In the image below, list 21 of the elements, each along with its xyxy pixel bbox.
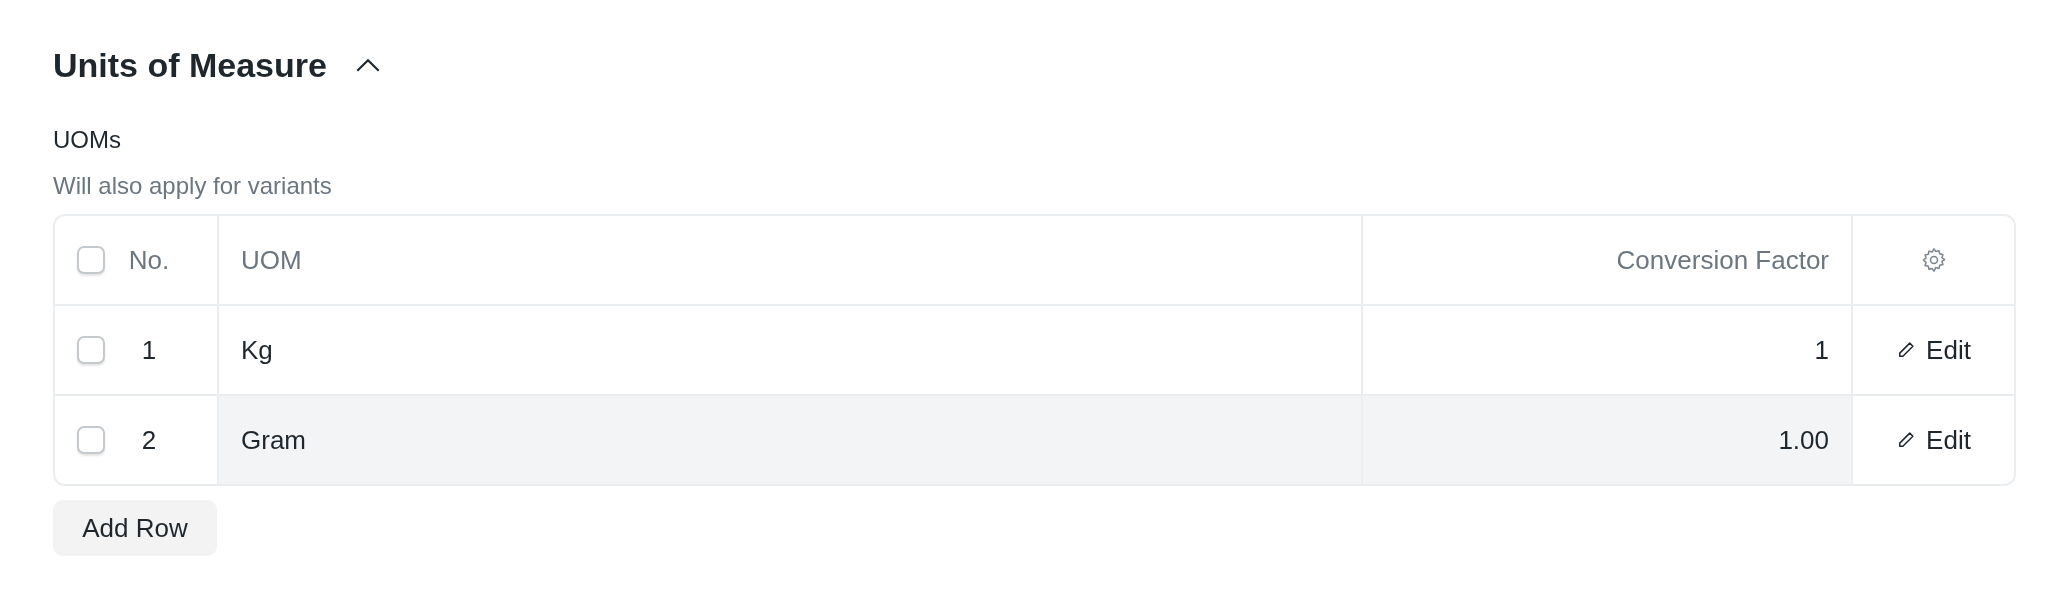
add-row-button[interactable]: Add Row <box>53 500 217 556</box>
row-checkbox[interactable] <box>77 336 105 364</box>
section-title: Units of Measure <box>53 45 327 85</box>
row-number: 2 <box>140 424 158 456</box>
pencil-icon <box>1896 340 1917 360</box>
pencil-icon <box>1896 430 1917 450</box>
select-all-checkbox[interactable] <box>77 246 105 274</box>
column-header: No. <box>127 244 171 276</box>
column-header: Conversion Factor <box>1616 244 1829 276</box>
row-checkbox[interactable] <box>77 426 105 454</box>
table-cell: Gram <box>241 424 306 456</box>
table-cell: 1 <box>1814 334 1829 366</box>
edit-button[interactable]: Edit <box>1890 330 1977 370</box>
field-label: UOMs <box>53 126 122 154</box>
edit-button[interactable]: Edit <box>1890 420 1977 460</box>
column-header: UOM <box>241 244 302 276</box>
table-cell: 1.00 <box>1778 424 1829 456</box>
collapse-icon[interactable] <box>354 57 381 73</box>
row-number: 1 <box>140 334 158 366</box>
field-description: Will also apply for variants <box>53 172 333 200</box>
table-cell: Kg <box>241 334 273 366</box>
